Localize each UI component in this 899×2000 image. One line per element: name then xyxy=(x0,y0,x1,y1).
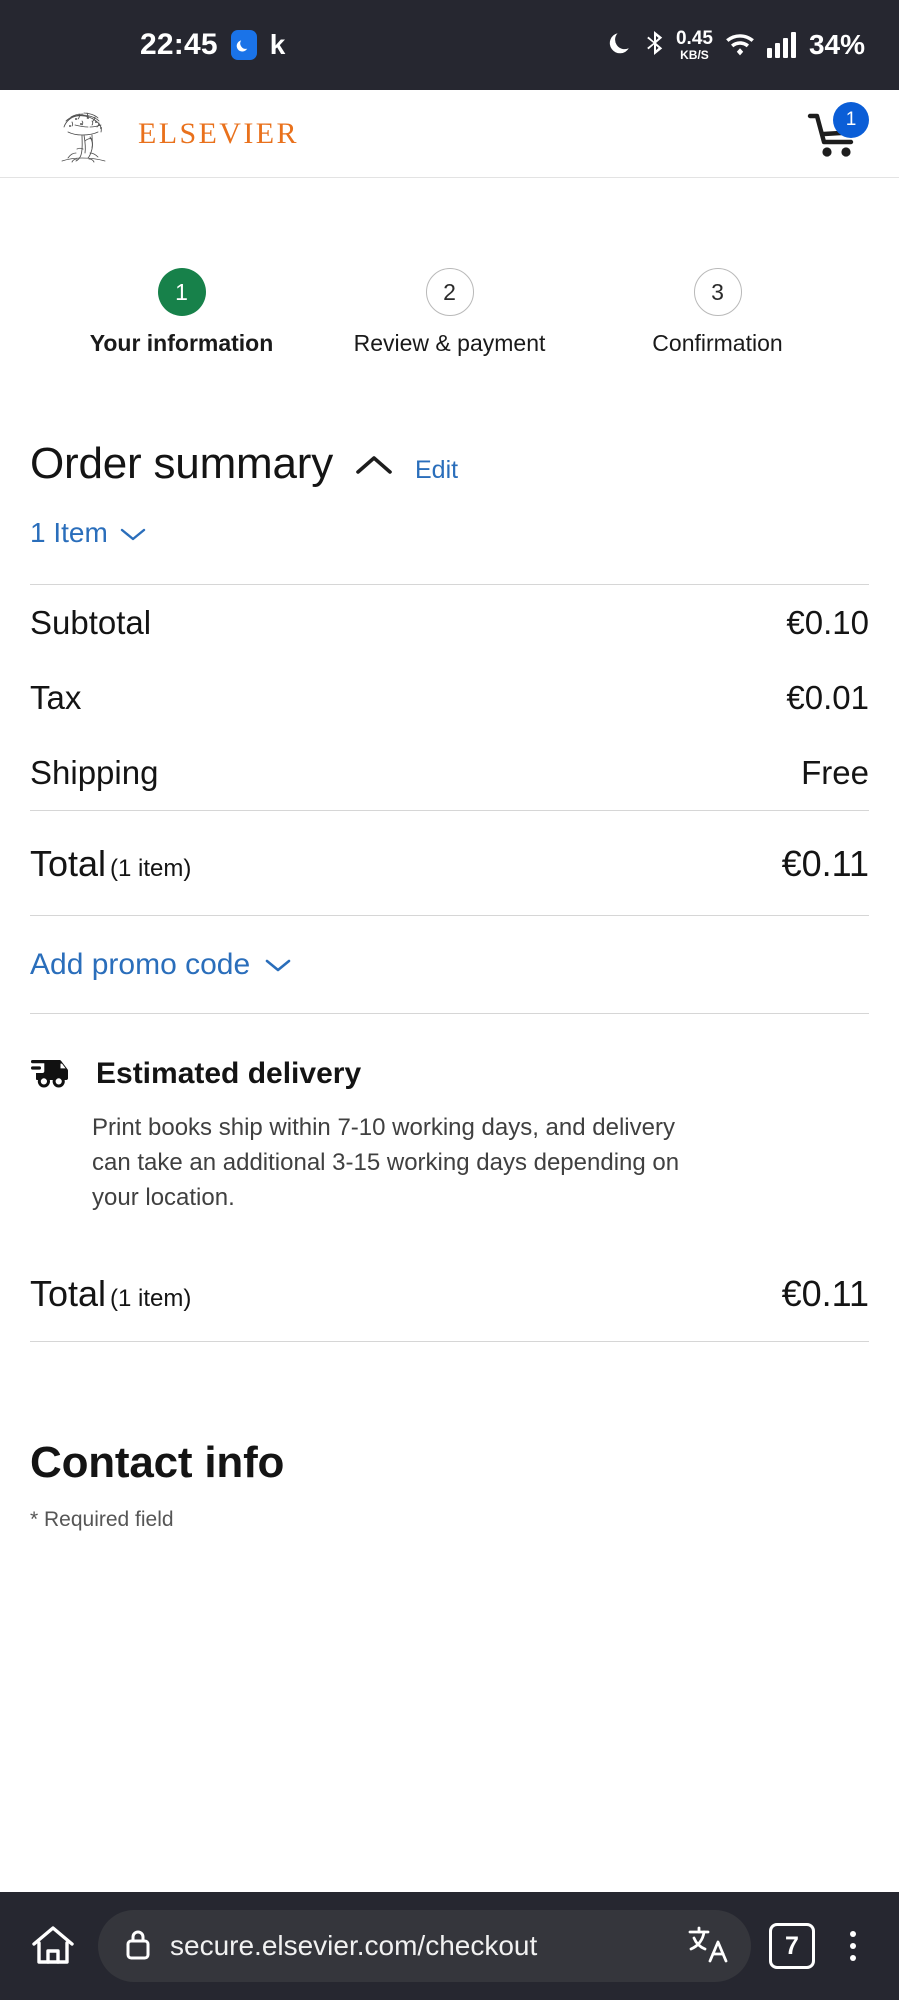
chevron-up-icon[interactable] xyxy=(355,453,393,482)
total-item-count: (1 item) xyxy=(110,855,192,882)
status-clock: 22:45 xyxy=(140,28,218,61)
total-label-group: Total (1 item) xyxy=(30,843,191,885)
total-value: €0.11 xyxy=(781,843,869,884)
grand-total-item-count: (1 item) xyxy=(110,1285,192,1313)
contact-info-title: Contact info xyxy=(30,1438,285,1488)
items-count-toggle[interactable]: 1 Item xyxy=(30,517,869,549)
checkout-stepper: 1 Your information 2 Review & payment 3 … xyxy=(30,178,869,357)
row-value: €0.01 xyxy=(786,679,869,716)
step-label: Your information xyxy=(89,330,274,356)
step-review-payment[interactable]: 2 Review & payment xyxy=(345,268,555,357)
battery-percentage: 34% xyxy=(808,29,865,60)
items-count-label: 1 Item xyxy=(30,517,108,548)
status-bar-right: 0.45 KB/S 34% xyxy=(608,29,865,62)
add-promo-code-toggle[interactable]: Add promo code xyxy=(30,916,869,1013)
brand-logo-link[interactable]: ELSEVIER xyxy=(54,101,299,167)
step-confirmation[interactable]: 3 Confirmation xyxy=(613,268,823,357)
moon-chip-icon xyxy=(230,30,257,60)
brand-wordmark: ELSEVIER xyxy=(138,116,299,150)
network-speed-indicator: 0.45 KB/S xyxy=(676,29,713,61)
cart-button[interactable]: 1 xyxy=(805,101,869,164)
network-speed-unit: KB/S xyxy=(680,48,709,62)
grand-total-label-group: Total (1 item) xyxy=(30,1273,191,1315)
address-bar-url: secure.elsevier.com/checkout xyxy=(170,1930,538,1961)
crescent-moon-icon xyxy=(608,29,634,62)
signal-bars-icon xyxy=(766,32,796,58)
translate-icon[interactable] xyxy=(687,1924,729,1969)
step-your-information[interactable]: 1 Your information xyxy=(77,268,287,357)
chevron-down-icon xyxy=(264,948,292,982)
estimated-delivery-title: Estimated delivery xyxy=(96,1056,362,1090)
estimated-delivery-text: Print books ship within 7-10 working day… xyxy=(92,1114,680,1211)
bluetooth-icon xyxy=(645,29,665,62)
estimated-delivery-block: Estimated delivery Print books ship with… xyxy=(30,1014,869,1215)
delivery-truck-icon xyxy=(30,1054,74,1093)
address-bar[interactable]: secure.elsevier.com/checkout xyxy=(98,1910,751,1982)
row-label: Tax xyxy=(30,679,82,716)
checkout-page: 1 Your information 2 Review & payment 3 … xyxy=(0,178,899,1892)
summary-row-shipping: Shipping Free xyxy=(30,735,869,810)
order-summary-title: Order summary xyxy=(30,439,333,488)
step-number-badge: 3 xyxy=(693,268,742,316)
edit-order-link[interactable]: Edit xyxy=(415,456,458,485)
home-icon xyxy=(32,1926,74,1964)
grand-total-label: Total xyxy=(30,1273,107,1315)
step-number-badge: 2 xyxy=(425,268,474,316)
site-header: ELSEVIER 1 xyxy=(0,90,899,178)
lock-icon xyxy=(124,1926,152,1967)
row-value: Free xyxy=(801,754,869,791)
wifi-icon xyxy=(724,30,756,61)
step-label: Review & payment xyxy=(353,330,546,356)
row-label: Shipping xyxy=(30,754,159,791)
tab-switcher-button[interactable]: 7 xyxy=(769,1923,815,1969)
row-value: €0.10 xyxy=(786,604,869,641)
add-promo-code-label: Add promo code xyxy=(30,948,251,981)
cart-count-badge: 1 xyxy=(833,101,869,138)
notification-app-letter: k xyxy=(269,29,286,60)
elsevier-tree-logo-icon xyxy=(54,101,120,167)
step-label: Confirmation xyxy=(652,330,783,356)
network-speed-value: 0.45 xyxy=(675,28,713,49)
step-number-badge: 1 xyxy=(157,268,206,316)
kebab-menu-icon[interactable] xyxy=(833,1931,873,1961)
home-button[interactable] xyxy=(26,1924,80,1968)
estimated-delivery-header: Estimated delivery xyxy=(30,1054,869,1093)
row-label: Subtotal xyxy=(30,604,152,641)
summary-row-tax: Tax €0.01 xyxy=(30,660,869,735)
grand-total-row: Total (1 item) €0.11 xyxy=(30,1215,869,1341)
total-label: Total xyxy=(30,843,107,884)
grand-total-value: €0.11 xyxy=(781,1273,869,1315)
chevron-down-icon xyxy=(120,517,146,549)
summary-total-row: Total (1 item) €0.11 xyxy=(30,811,869,915)
order-summary-header: Order summary Edit xyxy=(30,357,869,489)
required-field-note: * Required field xyxy=(30,1508,174,1532)
phone-screen: 22:45 k 0.45 KB/S 34% ELSEVIER 1 1 Your … xyxy=(0,0,899,2000)
browser-bottom-bar: secure.elsevier.com/checkout 7 xyxy=(0,1892,899,2000)
android-status-bar: 22:45 k 0.45 KB/S 34% xyxy=(0,0,899,90)
summary-row-subtotal: Subtotal €0.10 xyxy=(30,585,869,660)
status-bar-left: 22:45 k xyxy=(0,28,285,62)
